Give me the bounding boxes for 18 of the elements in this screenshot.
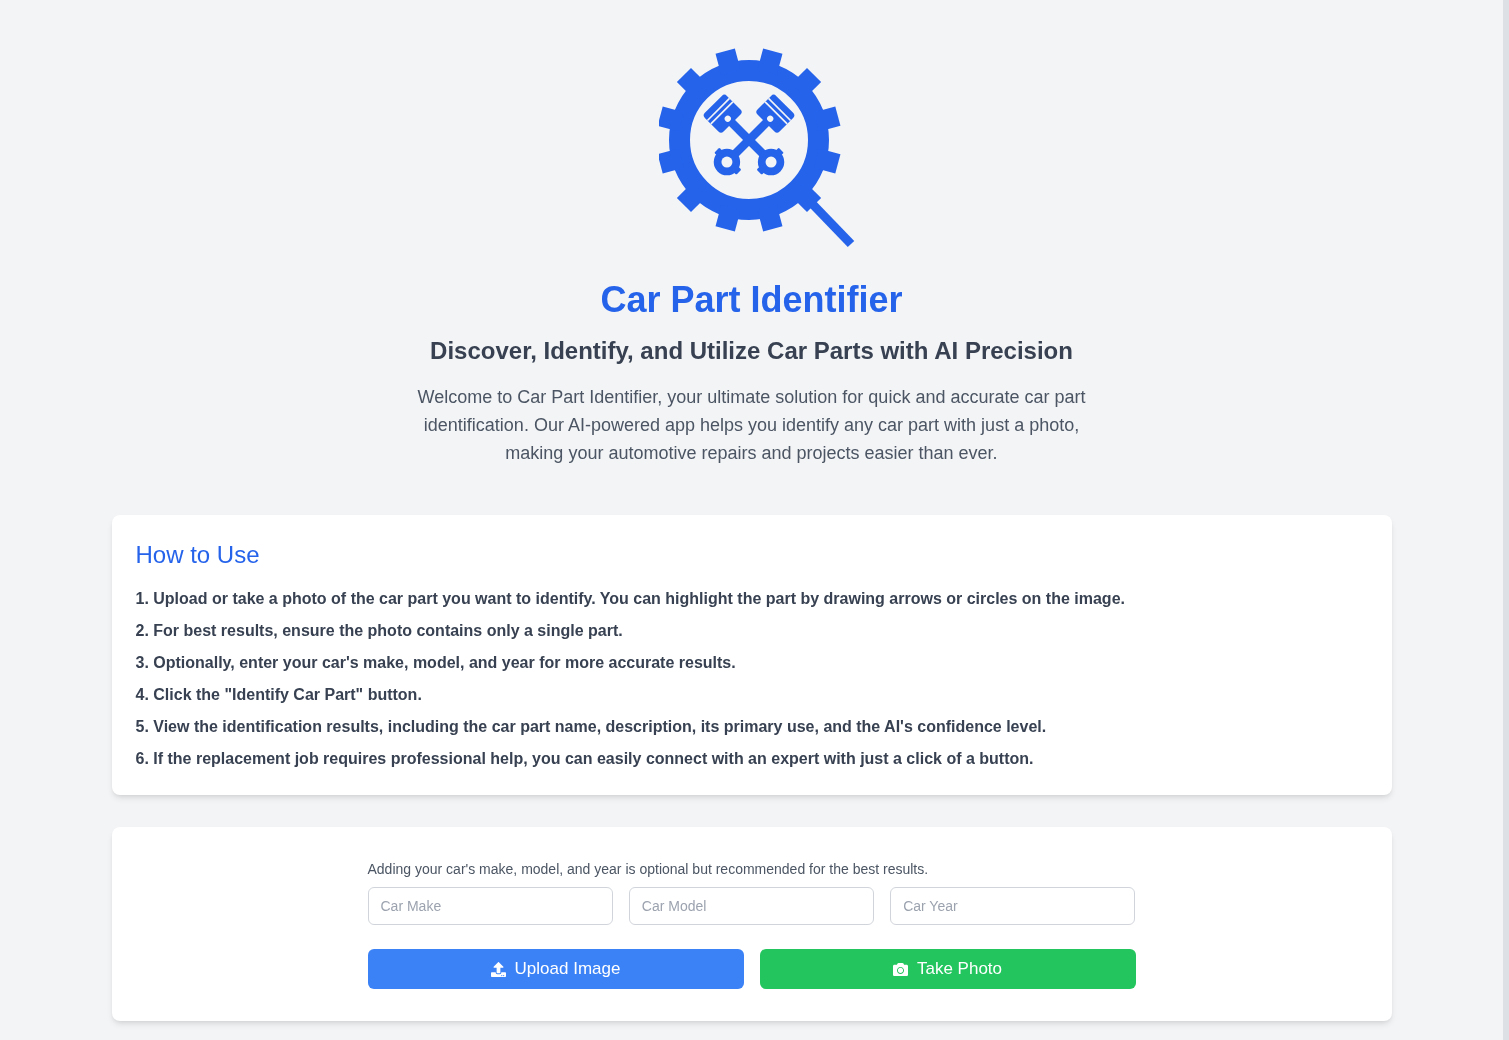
intro-paragraph: Welcome to Car Part Identifier, your ultimate solution for quick and accurate car part identification. Our AI-powered app helps you identify any car part with just a photo, making your automotive repairs and projects easier than ever. <box>416 386 1087 465</box>
instruction-step: 1. Upload or take a photo of the car part you want to identify. You can highlight the part by drawing arrows or circles on the image. <box>135 587 1368 611</box>
car-info-input[interactable]: Car Year <box>890 887 1136 925</box>
optional-info-note: Adding your car's make, model, and year is optional but recommended for the best results. <box>367 860 930 879</box>
upload-image-button[interactable]: Upload Image <box>367 949 744 989</box>
instruction-step: 3. Optionally, enter your car's make, model, and year for more accurate results. <box>135 651 1368 675</box>
car-info-input[interactable]: Car Model <box>628 887 875 925</box>
how-to-use-heading: How to Use <box>135 540 261 570</box>
app-title: Car Part Identifier <box>600 280 903 320</box>
app-subtitle: Discover, Identify, and Utilize Car Parts with AI Precision <box>430 336 1073 366</box>
upload-icon <box>490 961 506 977</box>
instruction-step: 2. For best results, ensure the photo contains only a single part. <box>135 619 1368 643</box>
take-photo-button[interactable]: Take Photo <box>759 949 1136 989</box>
instruction-step: 6. If the replacement job requires professional help, you can easily connect with an expert with just a click of a button. <box>135 747 1368 771</box>
car-info-input[interactable]: Car Make <box>367 887 613 925</box>
instruction-step: 5. View the identification results, including the car part name, description, its primary use, and the AI's confidence level. <box>135 715 1368 739</box>
instruction-step: 4. Click the "Identify Car Part" button. <box>135 683 1368 707</box>
camera-icon <box>892 961 908 977</box>
